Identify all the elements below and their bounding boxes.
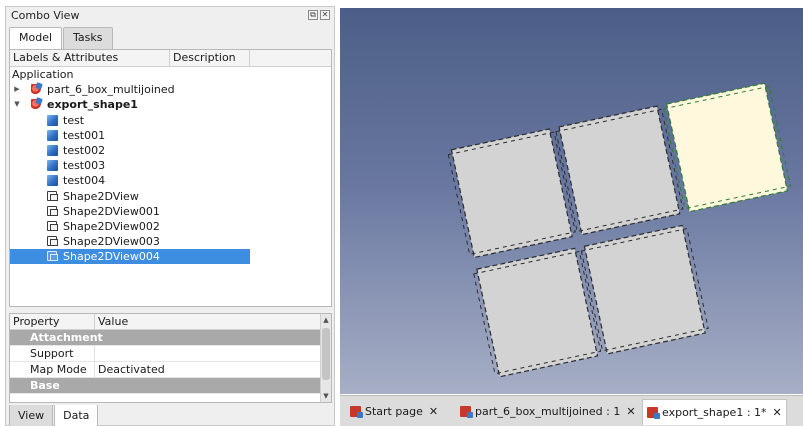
freecad-icon	[350, 406, 363, 418]
tree-item-label: Shape2DView	[63, 189, 139, 203]
float-icon[interactable]: ⧉	[308, 10, 318, 20]
expand-arrow-icon[interactable]: ▶	[13, 82, 21, 97]
close-icon[interactable]: ✕	[773, 406, 782, 419]
column-value[interactable]: Value	[95, 314, 315, 329]
combo-title-buttons: ⧉ ✕	[308, 10, 330, 20]
property-group-attachment[interactable]: Attachment	[10, 330, 331, 346]
box-icon	[47, 175, 58, 187]
shape2d-icon	[47, 251, 58, 262]
tree-item-shape2dview002[interactable]: Shape2DView002	[10, 219, 331, 234]
property-group-label: Attachment	[30, 331, 103, 344]
tree-item-label: Shape2DView003	[63, 235, 160, 249]
property-header: Property Value	[10, 314, 331, 330]
property-name: Map Mode	[10, 362, 95, 377]
tab-model[interactable]: Model	[9, 27, 63, 50]
doc-tab-label: part_6_box_multijoined : 1	[475, 405, 621, 418]
combo-view: Combo View ⧉ ✕ Model Tasks Labels & Attr…	[5, 6, 335, 426]
tree-item-export-shape1[interactable]: ▼ export_shape1	[10, 97, 331, 112]
tree-item-label: Shape2DView001	[63, 204, 160, 218]
doc-tab-label: Start page	[365, 405, 423, 418]
tree-item-shape2dview003[interactable]: Shape2DView003	[10, 234, 331, 249]
property-editor: Property Value Attachment Support Map Mo…	[9, 313, 332, 403]
tree-item-shape2dview[interactable]: Shape2DView	[10, 189, 331, 204]
tab-start-page[interactable]: Start page ✕	[346, 399, 442, 425]
close-icon[interactable]: ✕	[320, 10, 330, 20]
box-icon	[47, 144, 58, 156]
tab-data[interactable]: Data	[54, 405, 99, 426]
property-value[interactable]: Deactivated	[95, 362, 165, 377]
tree-item-test002[interactable]: test002	[10, 143, 331, 158]
document-tabs: Start page ✕ part_6_box_multijoined : 1 ✕ …	[340, 395, 803, 426]
tab-tasks[interactable]: Tasks	[63, 27, 113, 49]
part-icon	[31, 84, 42, 96]
tree-item-label: test003	[63, 159, 106, 173]
tab-view[interactable]: View	[9, 405, 54, 426]
freecad-icon	[460, 406, 473, 418]
tree-item-part-6-box-multijoined[interactable]: ▶ part_6_box_multijoined	[10, 82, 331, 97]
tree-item-label: export_shape1	[47, 98, 138, 112]
model-tree: Labels & Attributes Description Applicat…	[9, 49, 332, 307]
tree-item-label: test002	[63, 143, 106, 157]
panel-shape-2[interactable]	[555, 105, 684, 236]
property-scrollbar[interactable]: ▲ ▼	[320, 314, 331, 402]
column-description[interactable]: Description	[170, 50, 250, 66]
tree-item-label: Shape2DView004	[63, 250, 160, 264]
close-icon[interactable]: ✕	[429, 405, 438, 418]
tree-item-test001[interactable]: test001	[10, 128, 331, 143]
tree-item-shape2dview001[interactable]: Shape2DView001	[10, 204, 331, 219]
freecad-icon	[647, 407, 660, 419]
tree-item-label: Shape2DView002	[63, 219, 160, 233]
3d-scene[interactable]	[340, 8, 803, 394]
scrollbar-thumb[interactable]	[322, 328, 330, 380]
tree-item-test004[interactable]: test004	[10, 173, 331, 188]
panel-shape-1[interactable]	[447, 128, 577, 259]
panel-shape-selected[interactable]	[662, 82, 792, 213]
tree-body: Application ▶ part_6_box_multijoined ▼ e…	[10, 67, 331, 265]
tree-item-label: test004	[63, 174, 106, 188]
box-icon	[47, 114, 58, 126]
scroll-down-icon[interactable]: ▼	[321, 391, 331, 401]
panel-shape-4[interactable]	[580, 224, 710, 355]
tree-item-test[interactable]: test	[10, 113, 331, 128]
3d-view[interactable]	[340, 8, 803, 394]
tab-part-6-box-multijoined[interactable]: part_6_box_multijoined : 1 ✕	[456, 399, 640, 425]
shape2d-icon	[47, 236, 58, 247]
close-icon[interactable]: ✕	[626, 405, 635, 418]
tree-item-application[interactable]: Application	[10, 67, 331, 82]
column-labels-attributes[interactable]: Labels & Attributes	[10, 50, 170, 66]
property-tabs: View Data	[9, 405, 99, 426]
combo-tabs: Model Tasks	[9, 27, 114, 50]
combo-view-title-text: Combo View	[11, 9, 80, 22]
property-group-base[interactable]: Base	[10, 378, 331, 394]
property-group-label: Base	[30, 379, 60, 392]
combo-view-title: Combo View ⧉ ✕	[6, 7, 334, 25]
property-row-support[interactable]: Support	[10, 346, 331, 362]
tree-item-test003[interactable]: test003	[10, 158, 331, 173]
part-icon	[31, 99, 42, 111]
tree-item-label: Application	[12, 68, 74, 81]
property-row-map-mode[interactable]: Map Mode Deactivated	[10, 362, 331, 378]
shape2d-icon	[47, 220, 58, 231]
property-value[interactable]	[95, 346, 98, 361]
tab-export-shape1[interactable]: export_shape1 : 1* ✕	[642, 399, 787, 425]
tree-item-label: test	[63, 113, 85, 127]
tree-header: Labels & Attributes Description	[10, 50, 331, 67]
property-name: Support	[10, 346, 95, 361]
shape2d-icon	[47, 205, 58, 216]
box-icon	[47, 129, 58, 141]
column-property[interactable]: Property	[10, 314, 95, 329]
tree-item-label: part_6_box_multijoined	[47, 83, 175, 97]
scroll-up-icon[interactable]: ▲	[321, 315, 331, 325]
tree-item-shape2dview004[interactable]: Shape2DView004	[10, 249, 250, 265]
tree-item-label: test001	[63, 128, 106, 142]
doc-tab-label: export_shape1 : 1*	[662, 406, 767, 419]
panel-shape-3[interactable]	[473, 247, 602, 378]
box-icon	[47, 160, 58, 172]
shape2d-icon	[47, 190, 58, 201]
collapse-arrow-icon[interactable]: ▼	[13, 97, 21, 112]
